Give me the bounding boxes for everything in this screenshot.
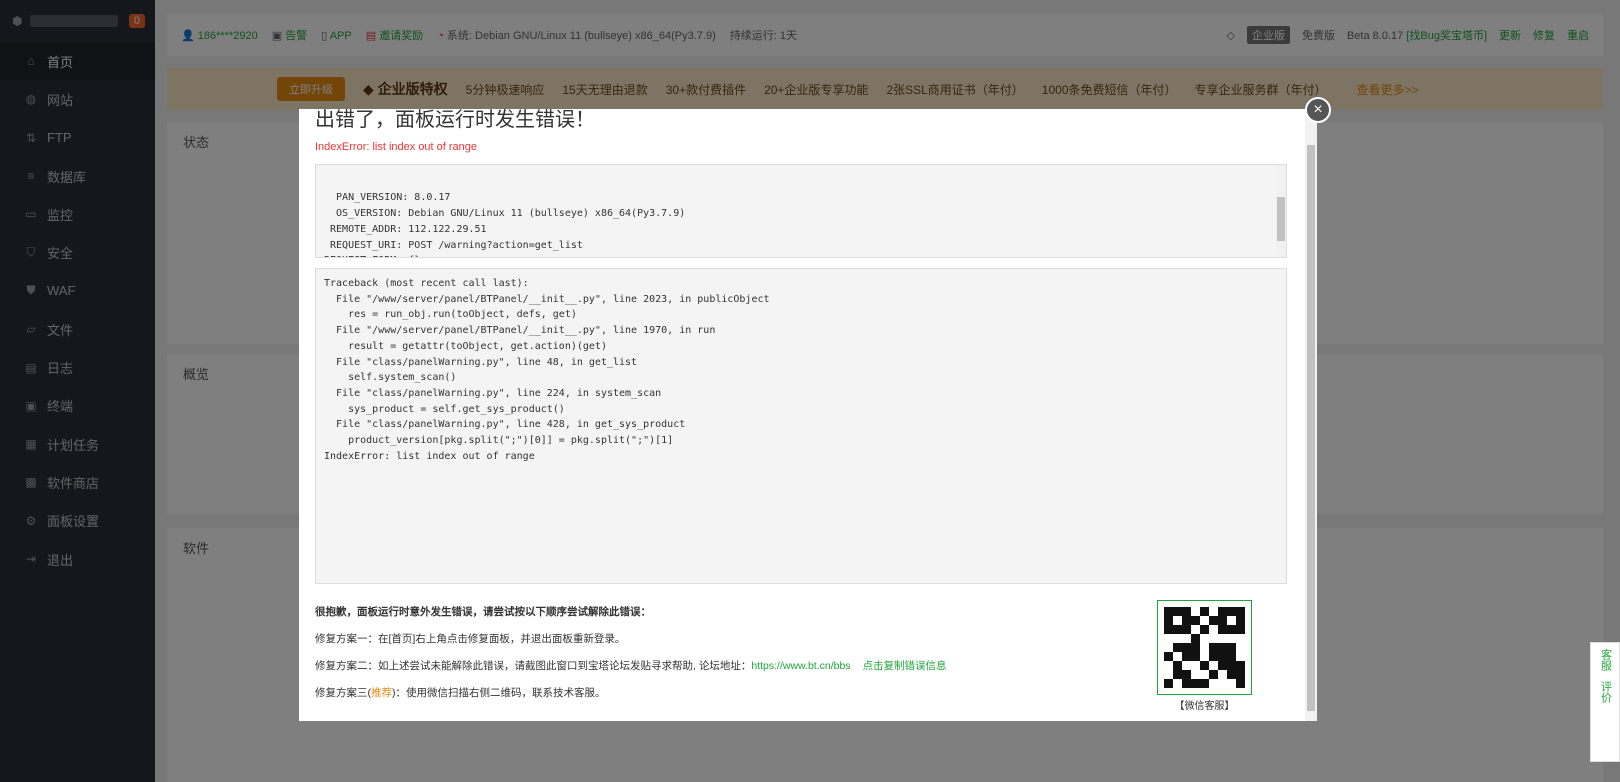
error-title: 出错了，面板运行时发生错误！ [315,109,595,131]
forum-link[interactable]: https://www.bt.cn/bbs [751,660,850,672]
dialog-scrollbar-thumb[interactable] [1307,145,1315,711]
floating-service-panel: 客服 评价 [1590,642,1620,762]
dialog-scrollbar[interactable] [1305,109,1317,721]
error-dialog: 出错了，面板运行时发生错误！ IndexError: list index ou… [299,109,1317,721]
env-scrollbar-thumb[interactable] [1277,197,1285,241]
customer-service-button[interactable]: 客服 [1599,649,1612,671]
env-scrollbar[interactable] [1276,165,1286,257]
error-summary: IndexError: list index out of range [315,141,478,153]
wechat-qr-code [1157,600,1252,695]
fix-option-1: 修复方案一：在[首页]右上角点击修复面板，并退出面板重新登录。 [315,633,626,645]
traceback-box[interactable]: Traceback (most recent call last): File … [315,268,1287,584]
fix-option-2: 修复方案二：如上述尝试未能解除此错误，请截图此窗口到宝塔论坛发贴寻求帮助, 论坛… [315,660,947,672]
request-env-text: PAN_VERSION: 8.0.17 OS_VERSION: Debian G… [324,192,686,257]
fix-option-3: 修复方案三(推荐)：使用微信扫描右侧二维码，联系技术客服。 [315,687,606,699]
qr-caption: 【微信客服】 [1174,701,1235,712]
review-button[interactable]: 评价 [1599,681,1612,703]
help-title: 很抱歉，面板运行时意外发生错误，请尝试按以下顺序尝试解除此错误： [315,606,651,618]
help-section: 很抱歉，面板运行时意外发生错误，请尝试按以下顺序尝试解除此错误： 修复方案一：在… [315,604,947,712]
close-dialog-button[interactable]: × [1305,97,1331,123]
request-env-box[interactable]: PAN_VERSION: 8.0.17 OS_VERSION: Debian G… [315,164,1287,258]
copy-error-link[interactable]: 点击复制错误信息 [863,660,947,672]
